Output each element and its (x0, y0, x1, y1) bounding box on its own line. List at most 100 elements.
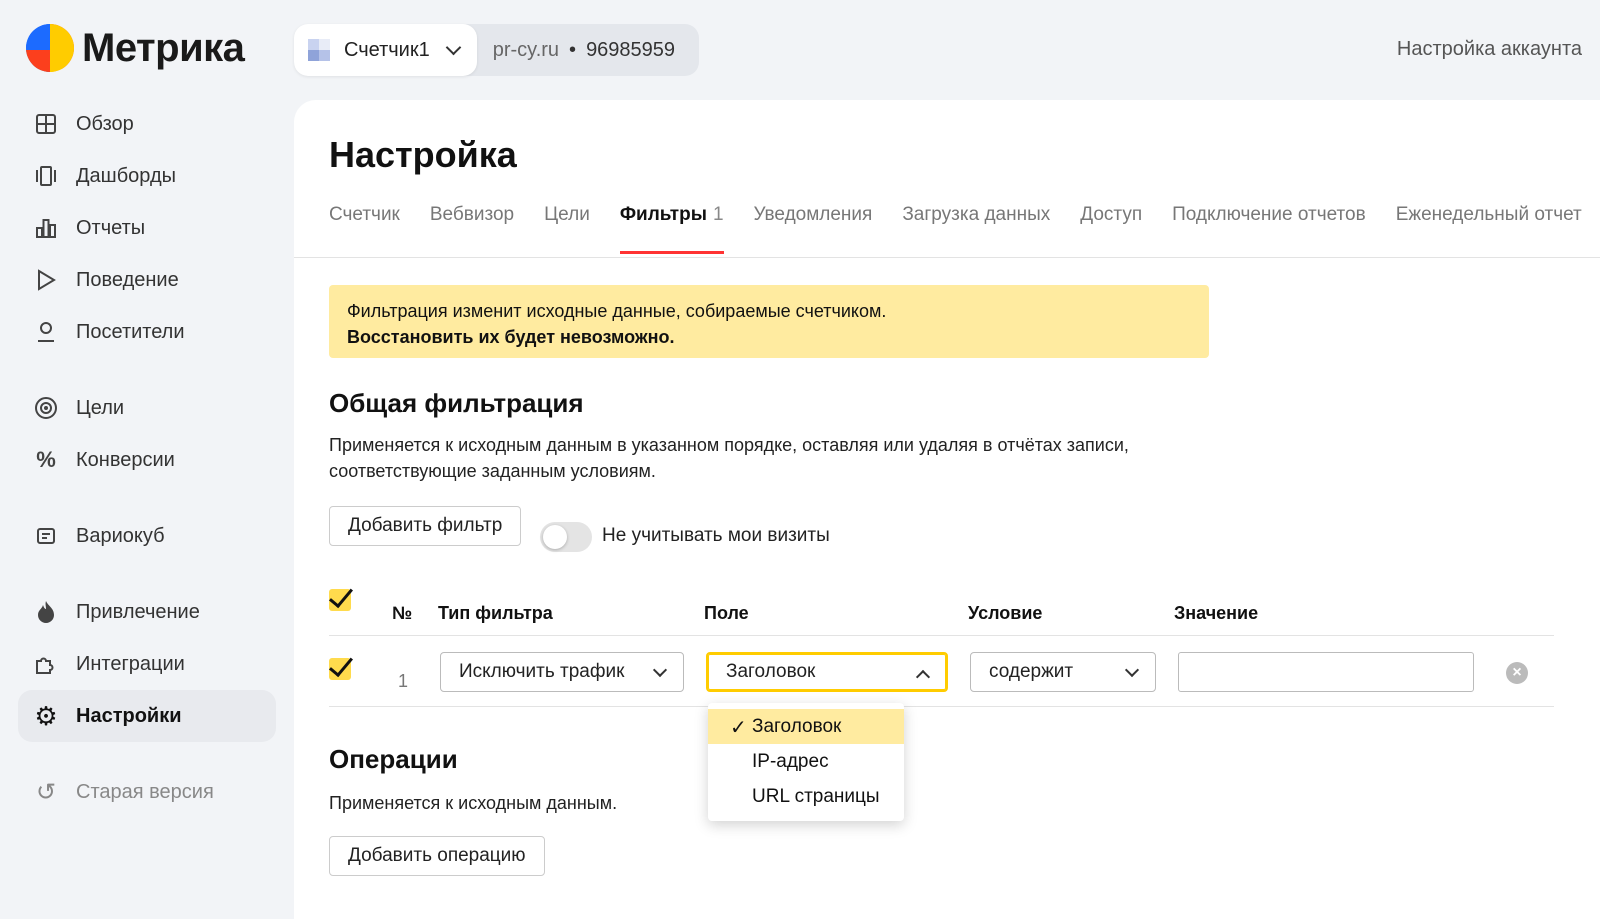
counter-id: 96985959 (586, 38, 676, 61)
variocube-icon (34, 524, 58, 548)
sidebar-item-label: Интеграции (76, 652, 185, 675)
settings-tabs: Счетчик Вебвизор Цели Фильтры 1 Уведомлен… (329, 204, 1600, 254)
tab-label: Подключение отчетов (1172, 204, 1366, 225)
row-checkbox[interactable] (329, 658, 351, 680)
counter-switcher: Счетчик1 pr-cy.ru • 96985959 (294, 24, 700, 76)
tab-filters[interactable]: Фильтры 1 (619, 204, 724, 254)
field-dropdown-menu: ✓ Заголовок IP-адрес URL страницы (708, 703, 904, 821)
tab-webvisor[interactable]: Вебвизор (430, 204, 514, 254)
counter-select[interactable]: Счетчик1 (294, 24, 477, 76)
operations-title: Операции (329, 744, 458, 774)
warning-bold: Восстановить их будет невозможно. (347, 327, 675, 347)
tabs-divider (294, 257, 1600, 258)
warning-banner: Фильтрация изменит исходные данные, соби… (329, 285, 1209, 358)
tab-weekly-report[interactable]: Еженедельный отчет (1396, 204, 1582, 254)
sidebar-item-label: Старая версия (76, 780, 214, 803)
dropdown-option-ip[interactable]: IP-адрес (708, 744, 904, 779)
col-header-value: Значение (1174, 603, 1259, 623)
sidebar-item-goals[interactable]: Цели (18, 382, 276, 434)
metrika-logo[interactable]: Метрика (26, 24, 245, 72)
puzzle-icon (34, 652, 58, 676)
logo-text: Метрика (82, 25, 245, 70)
tab-label: Еженедельный отчет (1395, 204, 1582, 225)
chevron-down-icon (1124, 662, 1140, 678)
select-value: Исключить трафик (459, 661, 625, 682)
tab-report-connection[interactable]: Подключение отчетов (1172, 204, 1366, 254)
add-filter-button[interactable]: Добавить фильтр (329, 506, 522, 546)
add-operation-button[interactable]: Добавить операцию (329, 836, 545, 876)
dashboards-icon (34, 164, 58, 188)
tab-label: Вебвизор (429, 204, 515, 225)
account-settings-link[interactable]: Настройка аккаунта (1397, 38, 1582, 61)
tab-notifications[interactable]: Уведомления (754, 204, 873, 254)
sidebar-item-acquisition[interactable]: Привлечение (18, 586, 276, 638)
sidebar-item-label: Отчеты (76, 216, 146, 239)
tab-label: Цели (544, 204, 590, 225)
percent-icon: % (36, 447, 56, 472)
sidebar-item-reports[interactable]: Отчеты (18, 202, 276, 254)
user-icon (34, 320, 58, 344)
metrika-logo-icon (26, 24, 74, 72)
remove-filter-icon[interactable]: × (1506, 662, 1528, 684)
field-select[interactable]: Заголовок (706, 652, 948, 692)
grid-icon (34, 112, 58, 136)
tab-label: Загрузка данных (902, 204, 1051, 225)
toggle-label: Не учитывать мои визиты (602, 525, 830, 546)
sidebar-item-label: Конверсии (76, 448, 175, 471)
sidebar-item-variocube[interactable]: Вариокуб (18, 510, 276, 562)
sidebar-item-overview[interactable]: Обзор (18, 98, 276, 150)
col-header-field: Поле (704, 603, 749, 623)
sidebar-item-dashboards[interactable]: Дашборды (18, 150, 276, 202)
undo-icon: ↺ (35, 778, 57, 806)
sidebar-item-old-version[interactable]: ↺ Старая версия (18, 766, 276, 818)
sidebar-item-integrations[interactable]: Интеграции (18, 638, 276, 690)
page-title: Настройка (329, 134, 517, 175)
sidebar-item-label: Цели (76, 396, 125, 419)
gear-icon: ⚙ (34, 700, 58, 731)
col-header-filter-type: Тип фильтра (438, 603, 553, 623)
select-value: содержит (989, 661, 1074, 682)
counter-icon (308, 39, 330, 61)
sidebar-item-settings[interactable]: ⚙ Настройки (18, 690, 276, 742)
sidebar-item-label: Привлечение (76, 600, 200, 623)
general-filtering-title: Общая фильтрация (329, 388, 584, 418)
sidebar-item-visitors[interactable]: Посетители (18, 306, 276, 358)
target-icon (34, 396, 58, 420)
tab-label: Фильтры (619, 204, 707, 225)
sidebar-item-behavior[interactable]: Поведение (18, 254, 276, 306)
sidebar-item-label: Настройки (76, 704, 182, 727)
filter-type-select[interactable]: Исключить трафик (440, 652, 684, 692)
chevron-down-icon (652, 662, 668, 678)
tab-label: Доступ (1080, 204, 1143, 225)
dropdown-option-title[interactable]: ✓ Заголовок (708, 709, 904, 744)
table-row-divider (329, 706, 1554, 707)
tab-goals[interactable]: Цели (544, 204, 590, 254)
select-all-checkbox[interactable] (329, 589, 351, 611)
dropdown-option-url[interactable]: URL страницы (708, 779, 904, 814)
tab-data-upload[interactable]: Загрузка данных (902, 204, 1050, 254)
option-label: URL страницы (752, 785, 880, 807)
warning-text: Фильтрация изменит исходные данные, соби… (347, 301, 887, 321)
tab-access[interactable]: Доступ (1080, 204, 1142, 254)
tab-counter[interactable]: Счетчик (329, 204, 400, 254)
filter-value-input[interactable] (1178, 652, 1474, 692)
exclude-my-visits-toggle[interactable] (540, 522, 592, 552)
select-value: Заголовок (726, 661, 816, 682)
option-label: IP-адрес (752, 750, 829, 772)
tab-label: Уведомления (753, 204, 873, 225)
warning-strong-text: Восстановить их будет невозможно. (347, 324, 1191, 350)
tab-badge: 1 (712, 204, 724, 225)
col-header-number: № (392, 603, 413, 623)
condition-select[interactable]: содержит (970, 652, 1156, 692)
sidebar-item-label: Дашборды (76, 164, 176, 187)
sidebar-item-conversions[interactable]: % Конверсии (18, 434, 276, 486)
separator-dot: • (569, 38, 577, 61)
tab-label: Счетчик (329, 204, 400, 225)
sidebar: Обзор Дашборды Отчеты Поведение Посетите… (18, 98, 276, 818)
row-number: 1 (398, 671, 409, 691)
sidebar-item-label: Посетители (76, 320, 185, 343)
general-filtering-description: Применяется к исходным данным в указанно… (329, 432, 1209, 484)
check-icon: ✓ (730, 717, 747, 739)
reports-icon (34, 216, 58, 240)
main-panel: Настройка Счетчик Вебвизор Цели Фильтры 1… (294, 100, 1600, 919)
